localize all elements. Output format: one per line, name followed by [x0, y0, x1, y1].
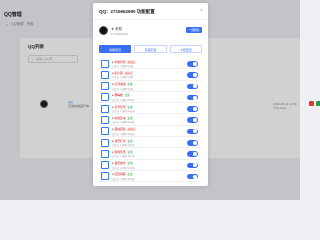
status-badge: 正常	[126, 82, 134, 87]
account-info: ★ 未知 2715662690 一键刷新	[99, 24, 202, 42]
feature-label: ● 好友互动	[112, 115, 126, 120]
feature-name: ● 音乐打卡 正常	[112, 138, 134, 143]
like-icon	[101, 70, 109, 79]
list-item: ● 好友互动 正常 已开启 ✦ 频率:10分钟	[99, 114, 202, 126]
modal-title: QQ：2715662690 功能配置	[99, 9, 155, 14]
checkin-icon	[101, 59, 109, 68]
feature-detail: 已开启 ✦ 频率:10分钟	[112, 145, 135, 148]
edit-button[interactable]	[316, 101, 320, 106]
tab-card-config[interactable]: 卡密配置	[169, 45, 202, 53]
feature-name: ● 名片赞 未开启	[112, 70, 133, 75]
feature-name: ● 会员成长 正常	[112, 161, 134, 166]
feature-toggle[interactable]	[187, 173, 198, 180]
feature-label: ● 名片赞	[112, 70, 123, 75]
feature-toggle[interactable]	[187, 140, 198, 146]
feature-label: ● 会员成长	[112, 161, 126, 166]
feature-detail: 已开启 ✦ 频率:5分钟	[112, 88, 134, 91]
status-badge: 正常	[126, 138, 134, 143]
list-item: ● 音乐打卡 正常 已开启 ✦ 频率:10分钟	[99, 137, 202, 149]
status-badge: 正常	[126, 172, 134, 177]
config-tabs: 功能配置 高级配置 卡密配置	[99, 45, 202, 53]
image-icon	[101, 82, 109, 91]
feature-label: ● 游戏签到	[112, 149, 126, 154]
star-icon	[101, 161, 109, 170]
close-icon[interactable]: ×	[200, 8, 203, 14]
list-item: ● 红包领取 正常 已开启 ✦ 频率:10分钟	[99, 171, 202, 183]
list-item: ● 打卡签到 正常 已开启 ✦ 频率:10分钟	[99, 103, 202, 115]
status-badge: 正常	[123, 93, 131, 98]
list-item: ● 会员成长 正常 已开启 ✦ 频率:10分钟	[99, 160, 202, 171]
feature-detail: 已开启 ✦ 频率:10分钟	[112, 167, 135, 170]
feature-name: ● 游戏签到 正常	[112, 149, 134, 154]
headset-icon	[101, 138, 109, 147]
feature-name: ● 打卡签到 正常	[112, 104, 134, 109]
game-icon	[101, 149, 109, 158]
gift-icon	[101, 172, 109, 181]
feature-label: ● 打卡签到	[112, 104, 126, 109]
message-icon	[101, 127, 109, 136]
status-badge: 未开启	[126, 59, 136, 64]
feature-toggle[interactable]	[187, 162, 198, 169]
feature-name: ● 红包领取 正常	[112, 172, 134, 177]
feature-detail: 已开启 ✦ 频率:10分钟	[112, 99, 135, 102]
list-item: ● 空间说说 正常 已开启 ✦ 频率:5分钟	[99, 81, 202, 92]
feature-label: ● 音乐打卡	[112, 138, 126, 143]
chart-icon	[101, 93, 109, 102]
avatar	[99, 26, 108, 35]
feature-label: ● 空间说说	[112, 82, 126, 87]
feature-toggle[interactable]	[187, 83, 198, 90]
list-item: ● 名片赞 未开启 已开启 ✦ 频率:5分钟	[99, 69, 202, 81]
feature-detail: 已开启 ✦ 频率:10分钟	[112, 133, 135, 136]
feature-toggle[interactable]	[187, 151, 198, 157]
feature-detail: 已开启 ✦ 频率:10分钟	[112, 111, 135, 114]
feature-label: ● 群等级	[112, 93, 123, 98]
feature-detail: 已开启 ✦ 频率:5分钟	[112, 77, 134, 80]
status-badge: 正常	[126, 161, 134, 166]
user-icon	[101, 115, 109, 124]
status-badge: 正常	[126, 149, 134, 154]
refresh-button[interactable]: 一键刷新	[186, 27, 202, 33]
status-badge: 正常	[126, 104, 134, 109]
list-item: ● 游戏签到 正常 已开启 ✦ 频率:10分钟	[99, 148, 202, 160]
feature-name: ● 好友互动 正常	[112, 115, 134, 120]
feature-name: ● 华夏签到 未开启	[112, 59, 136, 64]
row-actions	[309, 101, 320, 106]
delete-button[interactable]	[309, 101, 314, 106]
feature-toggle[interactable]	[187, 61, 198, 67]
feature-name: ● 空间说说 正常	[112, 82, 134, 87]
feature-detail: 已开启 ✦ 频率:10分钟	[112, 122, 135, 125]
feature-name: ● 自动回复 未开启	[112, 127, 136, 132]
feature-label: ● 自动回复	[112, 127, 126, 132]
tab-advanced-config[interactable]: 高级配置	[134, 45, 167, 53]
feature-label: ● 华夏签到	[112, 59, 126, 64]
config-modal: QQ：2715662690 功能配置 × ★ 未知 2715662690 一键刷…	[93, 3, 208, 186]
list-item: ● 群等级 正常 已开启 ✦ 频率:10分钟	[99, 92, 202, 104]
feature-toggle[interactable]	[187, 128, 198, 135]
feature-label: ● 红包领取	[112, 172, 126, 177]
feature-toggle[interactable]	[187, 106, 198, 112]
feature-list: ● 华夏签到 未开启 已开启 ✦ 频率:3分钟 ● 名片赞 未开启 已开启 ✦ 频率:5分…	[99, 58, 202, 183]
divider	[93, 19, 208, 20]
tab-function-config[interactable]: 功能配置	[99, 45, 132, 53]
calendar-icon	[101, 104, 109, 113]
account-id: 2715662690	[111, 32, 128, 36]
status-badge: 未开启	[123, 70, 133, 75]
status-badge: 未开启	[126, 127, 136, 132]
feature-detail: 已开启 ✦ 频率:3分钟	[112, 66, 134, 68]
feature-toggle[interactable]	[187, 94, 198, 101]
feature-detail: 已开启 ✦ 频率:10分钟	[112, 156, 135, 159]
list-item: ● 华夏签到 未开启 已开启 ✦ 频率:3分钟	[99, 58, 202, 70]
status-badge: 正常	[126, 115, 134, 120]
feature-detail: 已开启 ✦ 频率:10分钟	[112, 178, 135, 181]
feature-name: ● 群等级 正常	[112, 93, 131, 98]
feature-toggle[interactable]	[187, 72, 198, 78]
list-item: ● 自动回复 未开启 已开启 ✦ 频率:10分钟	[99, 126, 202, 138]
feature-toggle[interactable]	[187, 117, 198, 123]
